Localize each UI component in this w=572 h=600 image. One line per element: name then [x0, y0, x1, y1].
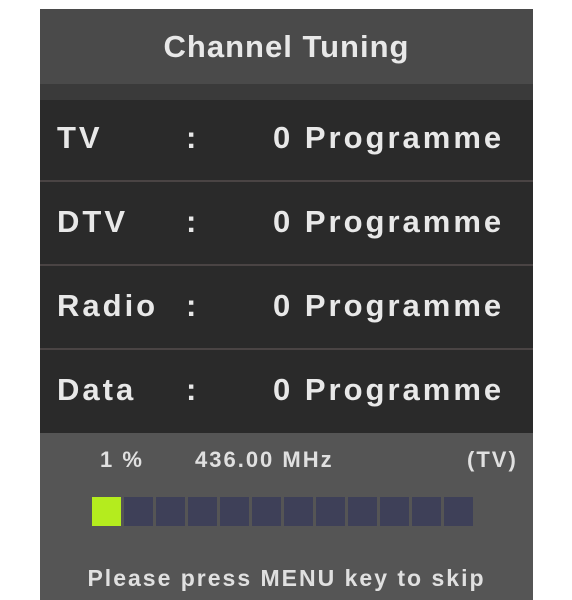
row-divider [40, 348, 533, 350]
progress-segment-empty [348, 497, 377, 526]
dialog-title: Channel Tuning [40, 9, 533, 84]
separator-colon: : [186, 120, 200, 155]
channel-type-label: DTV [57, 204, 128, 239]
progress-segment-empty [316, 497, 345, 526]
progress-segment-empty [412, 497, 441, 526]
channel-row-tv: TV : 0 Programme [40, 100, 533, 182]
channel-row-data: Data : 0 Programme [40, 352, 533, 434]
programme-count: 0 Programme [273, 372, 505, 407]
progress-segment-empty [380, 497, 409, 526]
progress-segment-empty [188, 497, 217, 526]
programme-count: 0 Programme [273, 288, 505, 323]
channel-row-dtv: DTV : 0 Programme [40, 184, 533, 266]
separator-colon: : [186, 204, 200, 239]
row-divider [40, 264, 533, 266]
scan-frequency: 436.00 MHz [195, 447, 334, 472]
progress-segment-empty [220, 497, 249, 526]
separator-colon: : [186, 288, 200, 323]
scan-progress-panel: 1 % 436.00 MHz (TV) Please press MENU ke… [40, 433, 533, 600]
programme-count: 0 Programme [273, 120, 505, 155]
progress-segment-filled [92, 497, 121, 526]
separator-colon: : [186, 372, 200, 407]
channel-type-label: Data [57, 372, 137, 407]
programme-count: 0 Programme [273, 204, 505, 239]
channel-type-label: Radio [57, 288, 159, 323]
progress-segment-empty [252, 497, 281, 526]
scan-mode: (TV) [467, 447, 518, 472]
skip-hint: Please press MENU key to skip [87, 565, 486, 591]
channel-row-radio: Radio : 0 Programme [40, 268, 533, 350]
channel-count-list: TV : 0 Programme DTV : 0 Programme Radio… [40, 100, 533, 433]
progress-segment-empty [156, 497, 185, 526]
progress-segment-empty [124, 497, 153, 526]
scan-progress-bar [92, 497, 473, 526]
scan-percent: 1 % [100, 447, 144, 472]
progress-segment-empty [444, 497, 473, 526]
channel-tuning-dialog: Channel Tuning TV : 0 Programme DTV : 0 … [40, 9, 533, 600]
row-divider [40, 180, 533, 182]
progress-segment-empty [284, 497, 313, 526]
channel-type-label: TV [57, 120, 103, 155]
